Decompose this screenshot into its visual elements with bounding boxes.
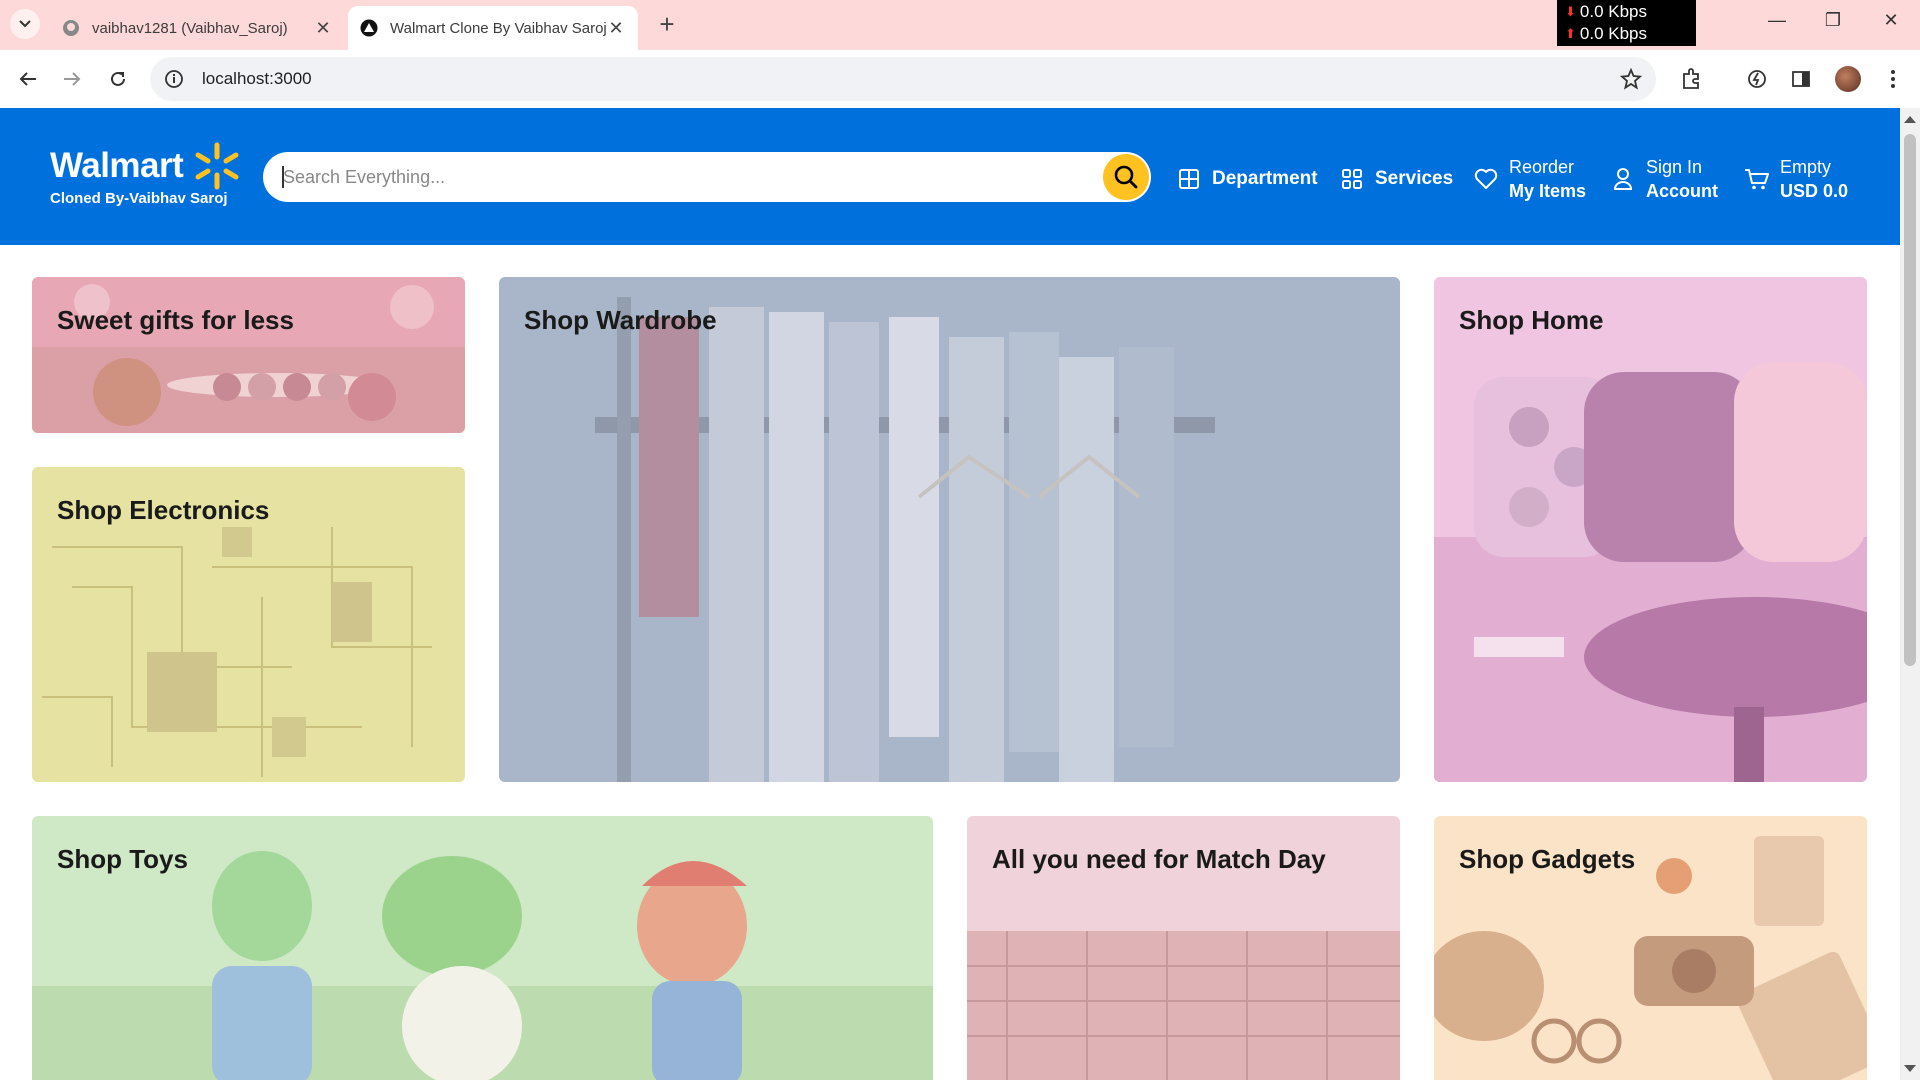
info-icon[interactable] [164, 69, 184, 89]
site-header: Walmart Cloned By-Vaibhav Saroj Search E… [0, 108, 1900, 245]
nav-account[interactable]: Sign In Account [1610, 154, 1718, 204]
vercel-icon [360, 19, 378, 37]
nav-signin-bottom: Account [1646, 181, 1718, 201]
card-home[interactable]: Shop Home [1434, 277, 1867, 782]
window-close-icon[interactable]: ✕ [1871, 10, 1911, 31]
tab-title: Walmart Clone By Vaibhav Saroj [390, 19, 606, 37]
nav-cart[interactable]: Empty USD 0.0 [1744, 154, 1848, 204]
download-speed: 0.0 Kbps [1579, 2, 1648, 21]
search-input[interactable] [283, 152, 1083, 202]
scroll-down-arrow[interactable] [1904, 1065, 1916, 1072]
card-title: Shop Gadgets [1459, 844, 1636, 874]
extensions-icon[interactable] [1678, 66, 1704, 92]
card-toys[interactable]: Shop Toys [32, 816, 933, 1080]
search-bar [263, 152, 1151, 202]
reload-button[interactable] [103, 64, 133, 94]
sweet-gifts-image [32, 277, 465, 433]
menu-kebab-icon[interactable] [1880, 66, 1906, 92]
upload-speed: 0.0 Kbps [1579, 24, 1648, 43]
card-gadgets[interactable]: Shop Gadgets [1434, 816, 1867, 1080]
nav-reorder[interactable]: Reorder My Items [1473, 154, 1586, 204]
arrow-right-icon [64, 72, 81, 86]
search-button[interactable] [1103, 154, 1149, 200]
walmart-logo[interactable]: Walmart Cloned By-Vaibhav Saroj [50, 142, 239, 207]
card-title: Shop Wardrobe [524, 305, 717, 335]
page-viewport: Walmart Cloned By-Vaibhav Saroj Search E… [0, 108, 1900, 1080]
url-text: localhost:3000 [202, 69, 312, 88]
forward-button[interactable] [57, 64, 87, 94]
search-icon [1114, 165, 1138, 189]
card-title: Sweet gifts for less [57, 305, 294, 335]
card-title: All you need for Match Day [992, 844, 1326, 874]
user-icon [1610, 166, 1636, 192]
reload-icon [111, 71, 125, 86]
tab-title: vaibhav1281 (Vaibhav_Saroj) [92, 19, 288, 37]
restore-icon[interactable]: ❐ [1813, 10, 1853, 31]
wardrobe-image [499, 277, 1400, 782]
close-icon[interactable]: ✕ [606, 18, 626, 39]
card-electronics[interactable]: Shop Electronics [32, 467, 465, 782]
browser-tab-walmart[interactable]: Walmart Clone By Vaibhav Saroj ✕ [348, 6, 638, 50]
new-tab-button[interactable]: + [652, 10, 682, 38]
nav-department[interactable]: Department [1176, 154, 1318, 204]
home-image [1434, 277, 1867, 782]
side-panel-icon[interactable] [1788, 66, 1814, 92]
card-title: Shop Home [1459, 305, 1604, 335]
browser-tab-strip: vaibhav1281 (Vaibhav_Saroj) ✕ Walmart Cl… [0, 0, 1920, 50]
nav-department-label: Department [1212, 168, 1318, 189]
close-icon[interactable]: ✕ [313, 18, 333, 39]
cart-icon [1744, 166, 1770, 192]
card-title: Shop Toys [57, 844, 188, 874]
department-grid-icon [1176, 166, 1202, 192]
github-icon [63, 20, 79, 36]
page-scrollbar[interactable] [1900, 108, 1920, 1080]
back-button[interactable] [13, 64, 43, 94]
browser-toolbar: localhost:3000 [0, 50, 1920, 108]
card-wardrobe[interactable]: Shop Wardrobe [499, 277, 1400, 782]
performance-icon[interactable] [1744, 66, 1770, 92]
arrow-left-icon [19, 72, 36, 86]
nav-signin-top: Sign In [1646, 157, 1703, 177]
bookmark-star-icon[interactable] [1620, 68, 1642, 90]
scroll-up-arrow[interactable] [1904, 116, 1916, 123]
card-sweet-gifts[interactable]: Sweet gifts for less [32, 277, 465, 433]
nav-reorder-bottom: My Items [1509, 181, 1587, 201]
nav-services[interactable]: Services [1339, 154, 1453, 204]
card-title: Shop Electronics [57, 495, 270, 525]
text-cursor [282, 166, 284, 188]
services-grid-icon [1339, 166, 1365, 192]
minimize-icon[interactable]: — [1757, 10, 1797, 31]
spark-logo-icon [195, 142, 239, 190]
address-bar[interactable]: localhost:3000 [150, 57, 1656, 101]
scrollbar-thumb[interactable] [1904, 134, 1916, 666]
network-speed-widget: ⬇ 0.0 Kbps ⬆ 0.0 Kbps [1557, 0, 1696, 46]
nav-cart-top: Empty [1780, 157, 1832, 177]
clone-credit: Cloned By-Vaibhav Saroj [50, 190, 228, 207]
card-match-day[interactable]: All you need for Match Day [967, 816, 1400, 1080]
nav-cart-bottom: USD 0.0 [1780, 181, 1849, 201]
nav-reorder-top: Reorder [1509, 157, 1575, 177]
chevron-down-icon [19, 20, 31, 28]
nav-services-label: Services [1375, 168, 1454, 189]
tab-search-button[interactable] [10, 9, 40, 39]
profile-avatar[interactable] [1835, 66, 1861, 92]
browser-tab-github[interactable]: vaibhav1281 (Vaibhav_Saroj) ✕ [50, 6, 345, 50]
heart-icon [1473, 166, 1499, 192]
